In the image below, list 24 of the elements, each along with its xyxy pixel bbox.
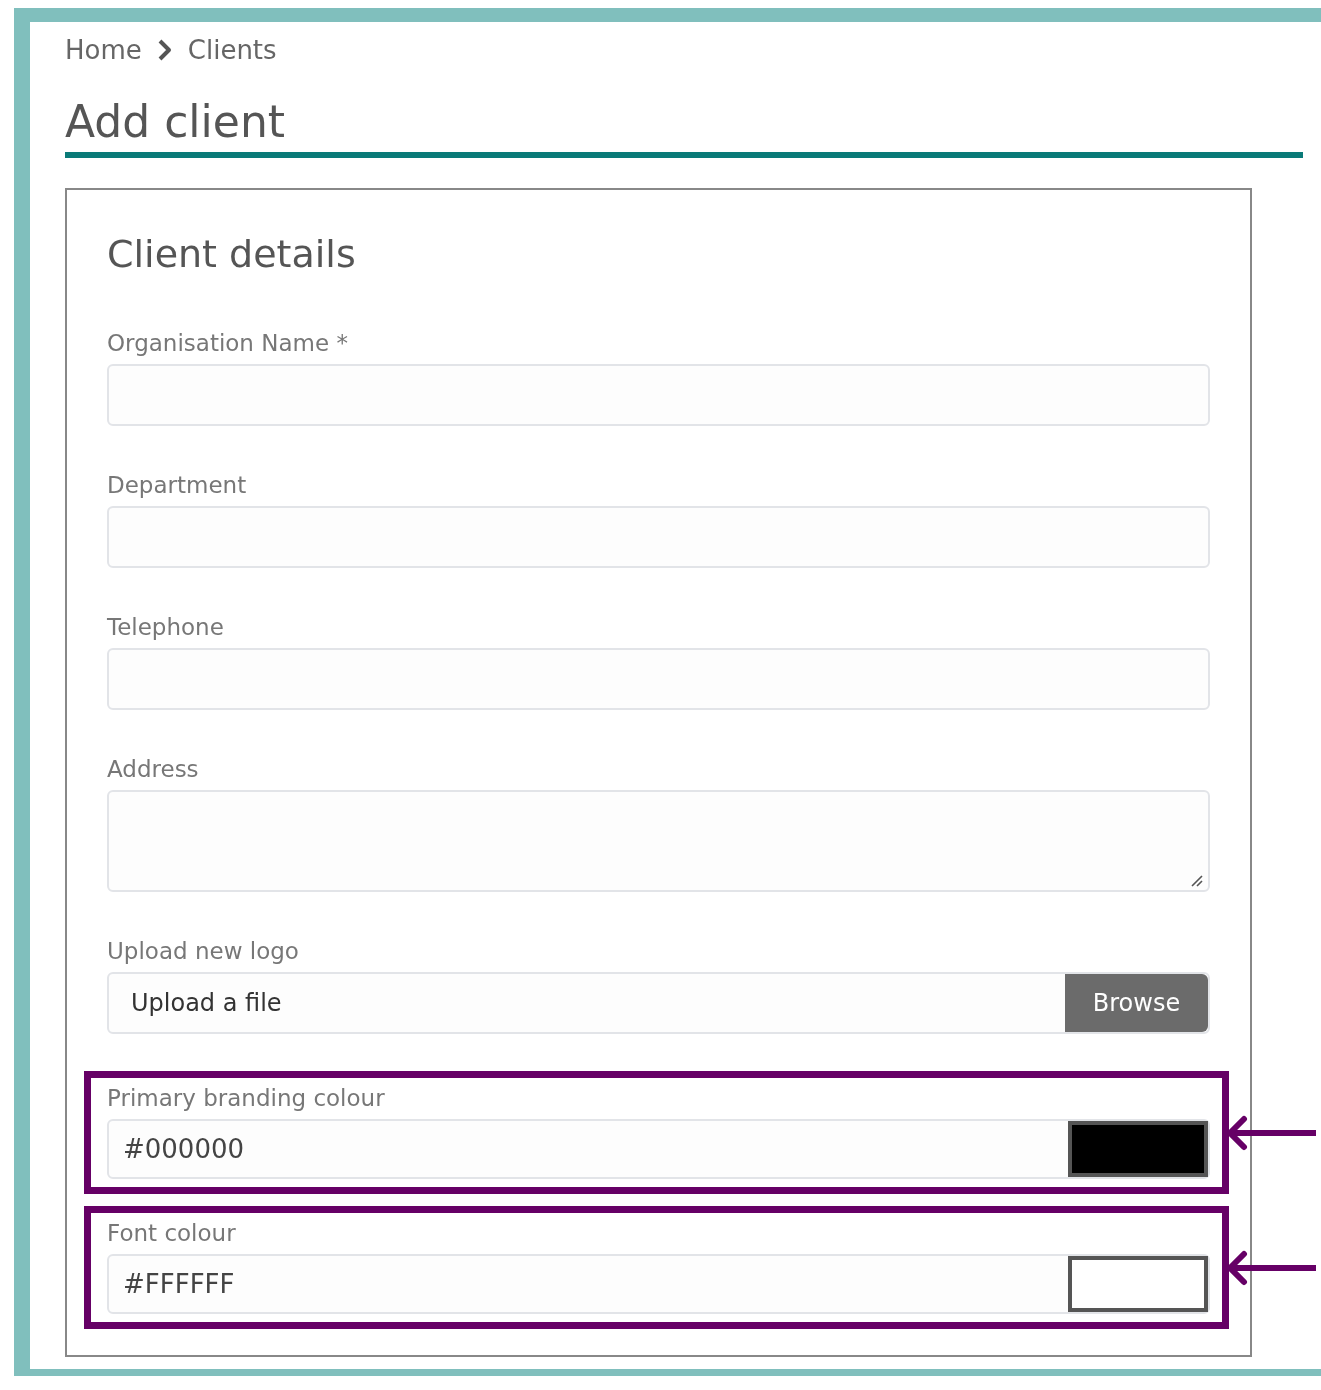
file-upload-field[interactable]: Upload a file Browse [107, 972, 1210, 1034]
field-label: Address [107, 755, 199, 784]
text-field[interactable] [107, 506, 1210, 568]
field-label: Primary branding colour [107, 1084, 385, 1113]
colour-field[interactable]: #FFFFFF [107, 1254, 1210, 1314]
field-label: Font colour [107, 1219, 236, 1248]
resize-grip-icon[interactable] [1190, 875, 1204, 887]
text-field[interactable] [107, 648, 1210, 710]
browse-button[interactable]: Browse [1065, 974, 1208, 1032]
field-label: Telephone [107, 613, 224, 642]
colour-value: #FFFFFF [122, 1269, 236, 1299]
text-field[interactable] [107, 364, 1210, 426]
colour-value: #000000 [122, 1134, 246, 1164]
field-label: Upload new logo [107, 937, 299, 966]
field-label: Organisation Name * [107, 329, 348, 358]
colour-swatch[interactable] [1068, 1256, 1208, 1312]
colour-swatch[interactable] [1068, 1121, 1208, 1177]
field-label: Department [107, 471, 247, 500]
card-title: Client details [107, 231, 357, 278]
file-field-text: Upload a file [130, 989, 283, 1017]
breadcrumb-link[interactable]: Clients [187, 35, 277, 65]
page-title: Add client [65, 95, 287, 149]
breadcrumb-link[interactable]: Home [65, 35, 142, 65]
colour-field[interactable]: #000000 [107, 1119, 1210, 1179]
